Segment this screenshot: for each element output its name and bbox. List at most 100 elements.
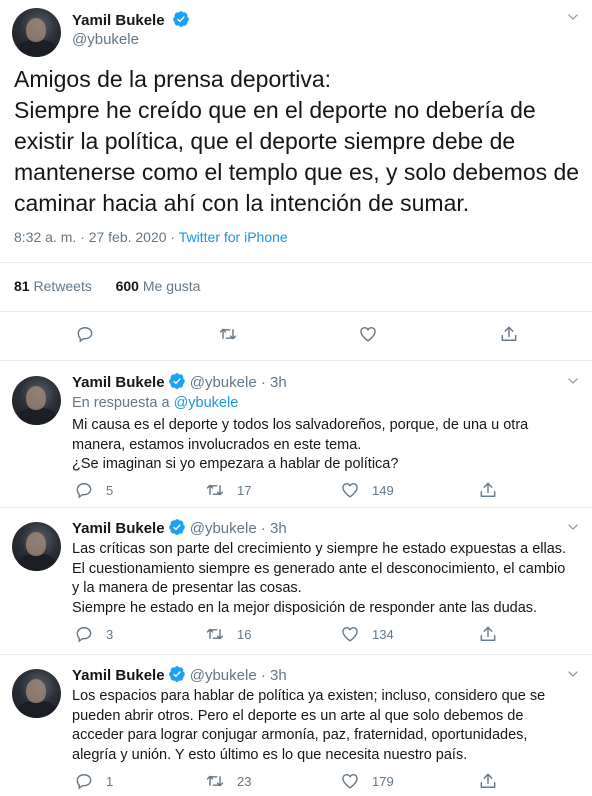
- reply-count: 3: [106, 626, 114, 642]
- reply-text-line: pueden abrir otros. Pero el deporte es u…: [72, 707, 524, 724]
- main-action-bar: [0, 324, 592, 348]
- divider: [0, 262, 592, 263]
- author-avatar[interactable]: [12, 376, 61, 425]
- tweet-text-line: existir la política, que el deporte siem…: [14, 128, 516, 154]
- like-button[interactable]: [358, 324, 378, 344]
- like-count: 149: [372, 482, 394, 498]
- author-avatar[interactable]: [12, 8, 61, 57]
- verified-badge-icon: [168, 665, 186, 683]
- retweet-icon: [218, 324, 238, 344]
- share-icon: [499, 324, 519, 344]
- tweet-text-line: Siempre he creído que en el deporte no d…: [14, 97, 536, 123]
- retweet-button[interactable]: 17: [205, 480, 251, 500]
- reply-time[interactable]: · 3h: [261, 374, 287, 391]
- reply-text: Los espacios para hablar de política ya …: [72, 687, 577, 765]
- reply-text-line: El cuestionamiento siempre es generado a…: [72, 560, 566, 577]
- reply-text-line: alegría y unión. Y esto último es lo que…: [72, 746, 468, 763]
- reply-text-line: manera, estamos involucrados en este tem…: [72, 436, 362, 453]
- retweet-icon: [205, 480, 225, 500]
- divider: [0, 507, 592, 508]
- author-name[interactable]: Yamil Bukele: [72, 374, 165, 391]
- reply-time[interactable]: · 3h: [261, 667, 287, 684]
- reply-icon: [74, 771, 94, 791]
- tweet-text-line: Amigos de la prensa deportiva:: [14, 66, 332, 92]
- reply-button[interactable]: [75, 324, 95, 344]
- chevron-down-icon[interactable]: [566, 10, 580, 24]
- like-button[interactable]: 134: [340, 624, 394, 644]
- reply-text-line: ¿Se imaginan si yo empezara a hablar de …: [72, 456, 399, 472]
- reply-text-line: acceder para lograr conjugar armonía, pa…: [72, 727, 528, 743]
- tweet-text-line: mantenerse como el templo que es, y solo…: [14, 159, 580, 185]
- reply-text: Las críticas son parte del crecimiento y…: [72, 540, 577, 618]
- share-button[interactable]: [478, 624, 498, 644]
- tweet-timestamp[interactable]: 8:32 a. m. · 27 feb. 2020: [14, 229, 167, 245]
- share-icon: [478, 771, 498, 791]
- divider: [0, 311, 592, 312]
- chevron-down-icon[interactable]: [566, 520, 580, 534]
- reply-text-line: Las críticas son parte del crecimiento y…: [72, 541, 567, 557]
- reply-icon: [75, 324, 95, 344]
- reply-action-bar: 3 16 134: [0, 624, 592, 648]
- retweet-button[interactable]: 23: [205, 771, 251, 791]
- retweets-label[interactable]: Retweets: [33, 278, 91, 294]
- reply-action-bar: 1 23 179: [0, 771, 592, 795]
- in-reply-handle-link[interactable]: @ybukele: [174, 395, 239, 411]
- retweet-icon: [205, 624, 225, 644]
- reply-header: Yamil Bukele @ybukele · 3h: [72, 518, 287, 537]
- reply-text: Mi causa es el deporte y todos los salva…: [72, 416, 577, 475]
- reply-button[interactable]: 3: [74, 624, 113, 644]
- author-avatar[interactable]: [12, 522, 61, 571]
- author-avatar[interactable]: [12, 669, 61, 718]
- likes-label[interactable]: Me gusta: [143, 278, 201, 294]
- tweet-text-line: caminar hacia ahí con la intención de su…: [14, 190, 470, 216]
- divider: [0, 654, 592, 655]
- share-button[interactable]: [478, 771, 498, 791]
- share-icon: [478, 624, 498, 644]
- author-name[interactable]: Yamil Bukele: [72, 12, 165, 29]
- reply-header: Yamil Bukele @ybukele · 3h: [72, 665, 287, 684]
- author-name[interactable]: Yamil Bukele: [72, 667, 165, 684]
- reply-tweet[interactable]: Yamil Bukele @ybukele · 3h Las críticas …: [0, 518, 592, 658]
- reply-button[interactable]: 1: [74, 771, 113, 791]
- verified-badge-icon: [168, 372, 186, 390]
- reply-text-line: Mi causa es el deporte y todos los salva…: [72, 417, 529, 433]
- like-button[interactable]: 149: [340, 480, 394, 500]
- like-count: 134: [372, 626, 394, 642]
- reply-icon: [74, 480, 94, 500]
- reply-header: Yamil Bukele @ybukele · 3h: [72, 372, 287, 391]
- like-button[interactable]: 179: [340, 771, 394, 791]
- share-button[interactable]: [499, 324, 519, 344]
- reply-icon: [74, 624, 94, 644]
- tweet-source-link[interactable]: Twitter for iPhone: [179, 229, 288, 245]
- chevron-down-icon[interactable]: [566, 374, 580, 388]
- in-reply-to: En respuesta a @ybukele: [72, 395, 238, 411]
- reply-text-line: Los espacios para hablar de política ya …: [72, 688, 546, 704]
- retweet-button[interactable]: 16: [205, 624, 251, 644]
- divider: [0, 360, 592, 361]
- like-count: 179: [372, 773, 394, 789]
- share-button[interactable]: [478, 480, 498, 500]
- retweet-count: 17: [237, 482, 252, 498]
- engagement-counts: 81 Retweets 600 Me gusta: [14, 278, 200, 294]
- chevron-down-icon[interactable]: [566, 667, 580, 681]
- likes-count[interactable]: 600: [116, 278, 139, 294]
- author-name[interactable]: Yamil Bukele: [72, 520, 165, 537]
- reply-count: 5: [106, 482, 114, 498]
- tweet-text: Amigos de la prensa deportiva: Siempre h…: [14, 64, 584, 219]
- retweet-icon: [205, 771, 225, 791]
- author-handle[interactable]: @ybukele: [190, 520, 257, 537]
- retweet-button[interactable]: [218, 324, 238, 344]
- author-handle[interactable]: @ybukele: [190, 667, 257, 684]
- author-handle[interactable]: @ybukele: [190, 374, 257, 391]
- share-icon: [478, 480, 498, 500]
- reply-time[interactable]: · 3h: [261, 520, 287, 537]
- retweets-count[interactable]: 81: [14, 278, 30, 294]
- in-reply-prefix: En respuesta a: [72, 395, 170, 411]
- retweet-count: 23: [237, 773, 252, 789]
- reply-tweet[interactable]: Yamil Bukele @ybukele · 3h En respuesta …: [0, 372, 592, 512]
- reply-text-line: y la manera de presentar las cosas.: [72, 580, 302, 596]
- reply-button[interactable]: 5: [74, 480, 113, 500]
- reply-tweet[interactable]: Yamil Bukele @ybukele · 3h Los espacios …: [0, 665, 592, 796]
- author-handle[interactable]: @ybukele: [72, 31, 139, 48]
- verified-badge-icon: [168, 518, 186, 536]
